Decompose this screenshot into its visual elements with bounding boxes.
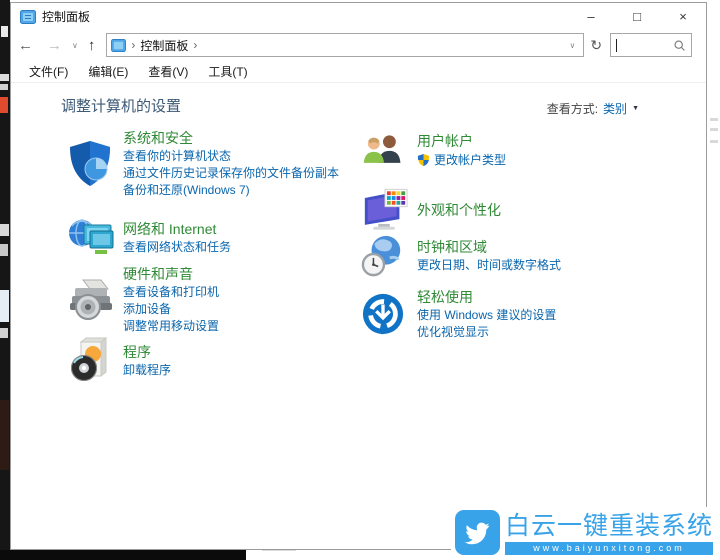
view-by-value-link[interactable]: 类别 xyxy=(603,100,627,117)
category-title-personalization[interactable]: 外观和个性化 xyxy=(417,200,691,220)
category-title-ease-of-access[interactable]: 轻松使用 xyxy=(417,287,691,307)
background-fragment xyxy=(1,26,8,37)
address-dropdown-chevron-icon[interactable]: ∨ xyxy=(566,41,580,50)
backdrop-bottom-strip xyxy=(0,550,246,560)
view-by-label: 查看方式: xyxy=(546,102,599,116)
refresh-icon[interactable]: ↻ xyxy=(584,33,608,57)
search-icon xyxy=(674,39,685,51)
text-caret xyxy=(616,39,618,52)
back-icon[interactable]: ← xyxy=(11,37,40,54)
search-box[interactable] xyxy=(610,33,693,57)
category-appearance-personalization: 外观和个性化 xyxy=(361,188,691,230)
task-link-security-status[interactable]: 查看你的计算机状态 xyxy=(123,148,367,165)
view-by-control: 查看方式: 类别 ▼ xyxy=(547,100,639,117)
category-title-clock-region[interactable]: 时钟和区域 xyxy=(417,237,691,257)
watermark: 白云一键重装系统 www.baiyunxitong.com xyxy=(450,507,717,558)
breadcrumb-separator[interactable]: › xyxy=(188,38,202,52)
page-title: 调整计算机的设置 xyxy=(61,98,182,115)
task-link-network-status[interactable]: 查看网络状态和任务 xyxy=(123,239,367,256)
category-title-network-internet[interactable]: 网络和 Internet xyxy=(123,219,367,239)
control-panel-icon xyxy=(20,9,36,24)
control-panel-window: 控制面板 – □ × ← → ∨ ↑ › 控制面板 › ∨ ↻ 文件(F) 编辑… xyxy=(10,2,707,550)
category-network-internet: 网络和 Internet 查看网络状态和任务 xyxy=(67,218,367,256)
category-title-system-security[interactable]: 系统和安全 xyxy=(123,128,367,148)
category-column-right: 用户帐户 更改帐户类型 外观和个性化 时钟和区域 更改日期、时间或数字格式 轻松… xyxy=(361,131,691,341)
category-user-accounts: 用户帐户 更改帐户类型 xyxy=(361,131,691,169)
maximize-button[interactable]: □ xyxy=(614,3,660,30)
address-toolbar: ← → ∨ ↑ › 控制面板 › ∨ ↻ xyxy=(11,30,706,60)
task-link-devices-printers[interactable]: 查看设备和打印机 xyxy=(123,284,367,301)
network-icon xyxy=(67,213,117,263)
task-link-backup-restore[interactable]: 备份和还原(Windows 7) xyxy=(123,182,367,199)
task-link-add-device[interactable]: 添加设备 xyxy=(123,301,367,318)
category-title-programs[interactable]: 程序 xyxy=(123,342,367,362)
background-fragment xyxy=(710,140,718,143)
background-fragment xyxy=(0,84,8,90)
task-link-suggested-settings[interactable]: 使用 Windows 建议的设置 xyxy=(417,307,691,324)
titlebar[interactable]: 控制面板 – □ × xyxy=(11,3,706,30)
forward-icon[interactable]: → xyxy=(40,37,69,54)
minimize-button[interactable]: – xyxy=(568,3,614,30)
close-button[interactable]: × xyxy=(660,3,706,30)
menu-edit[interactable]: 编辑(E) xyxy=(78,61,138,82)
category-ease-of-access: 轻松使用 使用 Windows 建议的设置 优化视觉显示 xyxy=(361,287,691,341)
ease-of-access-icon xyxy=(361,289,411,339)
recent-pages-chevron-icon[interactable]: ∨ xyxy=(69,41,81,50)
task-link-mobility-settings[interactable]: 调整常用移动设置 xyxy=(123,318,367,335)
category-system-security: 系统和安全 查看你的计算机状态 通过文件历史记录保存你的文件备份副本 备份和还原… xyxy=(67,128,367,199)
hardware-sound-icon xyxy=(67,275,117,325)
breadcrumb-item-control-panel[interactable]: 控制面板 xyxy=(140,37,188,54)
background-fragment xyxy=(0,244,8,256)
watermark-brand-text: 白云一键重装系统 xyxy=(504,512,713,540)
background-fragment xyxy=(710,118,718,121)
breadcrumb-separator: › xyxy=(131,38,136,52)
task-link-date-time-formats[interactable]: 更改日期、时间或数字格式 xyxy=(417,257,691,274)
menu-file[interactable]: 文件(F) xyxy=(19,61,78,82)
bird-logo-icon xyxy=(454,510,500,555)
background-fragment xyxy=(0,290,9,322)
background-fragment xyxy=(0,328,8,338)
programs-icon xyxy=(67,336,117,386)
search-input[interactable] xyxy=(616,39,672,51)
breadcrumb[interactable]: › 控制面板 › ∨ xyxy=(106,33,585,57)
background-fragment xyxy=(0,97,8,113)
uac-shield-icon xyxy=(417,153,430,167)
task-link-label: 更改帐户类型 xyxy=(434,153,507,167)
task-link-uninstall-program[interactable]: 卸载程序 xyxy=(123,362,367,379)
shield-icon xyxy=(67,139,117,189)
control-panel-icon xyxy=(111,38,127,52)
background-fragment xyxy=(0,74,9,81)
task-link-change-account-type[interactable]: 更改帐户类型 xyxy=(417,151,691,169)
background-fragment xyxy=(0,224,9,236)
background-fragment xyxy=(0,400,9,470)
category-title-user-accounts[interactable]: 用户帐户 xyxy=(417,131,691,151)
category-programs: 程序 卸载程序 xyxy=(67,336,367,381)
clock-region-icon xyxy=(361,231,411,281)
menu-tools[interactable]: 工具(T) xyxy=(198,61,257,82)
personalization-icon xyxy=(361,185,411,235)
up-icon[interactable]: ↑ xyxy=(81,37,103,54)
category-title-hardware-sound[interactable]: 硬件和声音 xyxy=(123,264,367,284)
window-title: 控制面板 xyxy=(42,10,91,24)
task-link-optimize-visual-display[interactable]: 优化视觉显示 xyxy=(417,324,691,341)
menu-bar: 文件(F) 编辑(E) 查看(V) 工具(T) xyxy=(11,60,706,83)
user-accounts-icon xyxy=(361,125,411,175)
background-fragment xyxy=(710,128,718,131)
category-clock-region: 时钟和区域 更改日期、时间或数字格式 xyxy=(361,235,691,276)
menu-view[interactable]: 查看(V) xyxy=(138,61,198,82)
task-link-file-history[interactable]: 通过文件历史记录保存你的文件备份副本 xyxy=(123,165,367,182)
category-column-left: 系统和安全 查看你的计算机状态 通过文件历史记录保存你的文件备份副本 备份和还原… xyxy=(67,128,367,381)
watermark-url: www.baiyunxitong.com xyxy=(504,542,713,555)
category-hardware-sound: 硬件和声音 查看设备和打印机 添加设备 调整常用移动设置 xyxy=(67,264,367,335)
chevron-down-icon[interactable]: ▼ xyxy=(632,105,639,112)
